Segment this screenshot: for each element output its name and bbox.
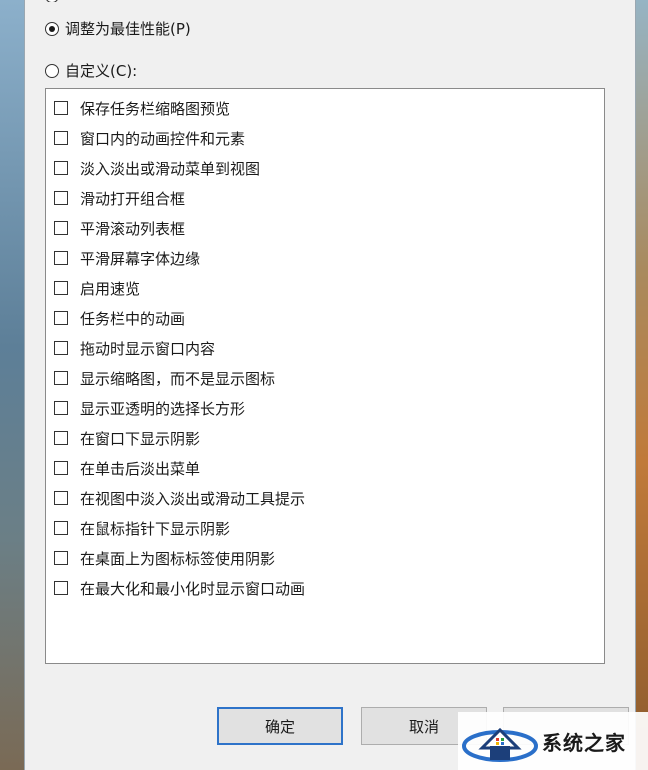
checkbox[interactable] <box>54 131 68 145</box>
list-item-label: 滑动打开组合框 <box>80 189 186 208</box>
list-item-label: 在单击后淡出菜单 <box>80 459 201 478</box>
list-item[interactable]: 在鼠标指针下显示阴影 <box>54 517 230 539</box>
list-item[interactable]: 在视图中淡入淡出或滑动工具提示 <box>54 487 305 509</box>
ok-button[interactable]: 确定 <box>217 707 343 745</box>
checkbox[interactable] <box>54 251 68 265</box>
checkbox[interactable] <box>54 491 68 505</box>
checkbox[interactable] <box>54 161 68 175</box>
checkbox[interactable] <box>54 191 68 205</box>
list-item[interactable]: 窗口内的动画控件和元素 <box>54 127 245 149</box>
checkbox[interactable] <box>54 341 68 355</box>
desktop-wallpaper-right <box>636 0 648 770</box>
radio-custom[interactable]: 自定义(C): <box>45 60 137 81</box>
list-item-label: 在桌面上为图标标签使用阴影 <box>80 549 276 568</box>
list-item-label: 在视图中淡入淡出或滑动工具提示 <box>80 489 306 508</box>
list-item-label: 平滑屏幕字体边缘 <box>80 249 201 268</box>
house-logo-icon <box>462 727 538 762</box>
list-item-label: 在窗口下显示阴影 <box>80 429 201 448</box>
checkbox[interactable] <box>54 521 68 535</box>
list-item[interactable]: 在窗口下显示阴影 <box>54 427 200 449</box>
list-item-label: 淡入淡出或滑动菜单到视图 <box>80 159 261 178</box>
cancel-button-label: 取消 <box>408 717 439 736</box>
list-item-label: 平滑滚动列表框 <box>80 219 186 238</box>
radio-best-performance[interactable]: 调整为最佳性能(P) <box>45 18 191 39</box>
list-item-label: 显示缩略图，而不是显示图标 <box>80 369 276 388</box>
checkbox[interactable] <box>54 101 68 115</box>
checkbox[interactable] <box>54 311 68 325</box>
list-item[interactable]: 平滑滚动列表框 <box>54 217 185 239</box>
list-item[interactable]: 显示缩略图，而不是显示图标 <box>54 367 275 389</box>
list-item[interactable]: 淡入淡出或滑动菜单到视图 <box>54 157 260 179</box>
radio-circle[interactable] <box>45 63 59 78</box>
checkbox[interactable] <box>54 461 68 475</box>
list-item[interactable]: 拖动时显示窗口内容 <box>54 337 215 359</box>
performance-options-dialog: 调整为最佳性能(P) 自定义(C): 保存任务栏缩略图预览 窗口内的动画控件和元… <box>24 0 636 770</box>
list-item-label: 显示亚透明的选择长方形 <box>80 399 246 418</box>
list-item[interactable]: 显示亚透明的选择长方形 <box>54 397 245 419</box>
list-item[interactable]: 在桌面上为图标标签使用阴影 <box>54 547 275 569</box>
list-item-label: 启用速览 <box>80 279 141 298</box>
list-item-label: 在鼠标指针下显示阴影 <box>80 519 231 538</box>
watermark: 系统之家 <box>458 712 648 770</box>
checkbox[interactable] <box>54 431 68 445</box>
checkbox[interactable] <box>54 551 68 565</box>
list-item[interactable]: 在单击后淡出菜单 <box>54 457 200 479</box>
radio-best-performance-label: 调整为最佳性能(P) <box>65 20 191 38</box>
checkbox[interactable] <box>54 221 68 235</box>
checkbox[interactable] <box>54 581 68 595</box>
list-item[interactable]: 启用速览 <box>54 277 140 299</box>
checkbox[interactable] <box>54 401 68 415</box>
list-item-label: 保存任务栏缩略图预览 <box>80 99 231 118</box>
radio-clipped-above <box>45 0 65 2</box>
list-item-label: 在最大化和最小化时显示窗口动画 <box>80 579 306 598</box>
list-item[interactable]: 任务栏中的动画 <box>54 307 185 329</box>
list-item[interactable]: 滑动打开组合框 <box>54 187 185 209</box>
checkbox[interactable] <box>54 281 68 295</box>
radio-circle <box>45 0 59 2</box>
ok-button-label: 确定 <box>264 717 295 736</box>
desktop-wallpaper-left <box>0 0 24 770</box>
list-item[interactable]: 保存任务栏缩略图预览 <box>54 97 230 119</box>
visual-effects-list[interactable]: 保存任务栏缩略图预览 窗口内的动画控件和元素 淡入淡出或滑动菜单到视图 滑动打开… <box>45 88 605 664</box>
radio-custom-label: 自定义(C): <box>65 62 138 80</box>
checkbox[interactable] <box>54 371 68 385</box>
list-item[interactable]: 在最大化和最小化时显示窗口动画 <box>54 577 305 599</box>
watermark-text: 系统之家 <box>542 730 626 755</box>
list-item-label: 任务栏中的动画 <box>80 309 186 328</box>
list-item-label: 窗口内的动画控件和元素 <box>80 129 246 148</box>
list-item[interactable]: 平滑屏幕字体边缘 <box>54 247 200 269</box>
radio-circle-checked[interactable] <box>45 21 59 36</box>
list-item-label: 拖动时显示窗口内容 <box>80 339 216 358</box>
screen: 调整为最佳性能(P) 自定义(C): 保存任务栏缩略图预览 窗口内的动画控件和元… <box>0 0 648 770</box>
